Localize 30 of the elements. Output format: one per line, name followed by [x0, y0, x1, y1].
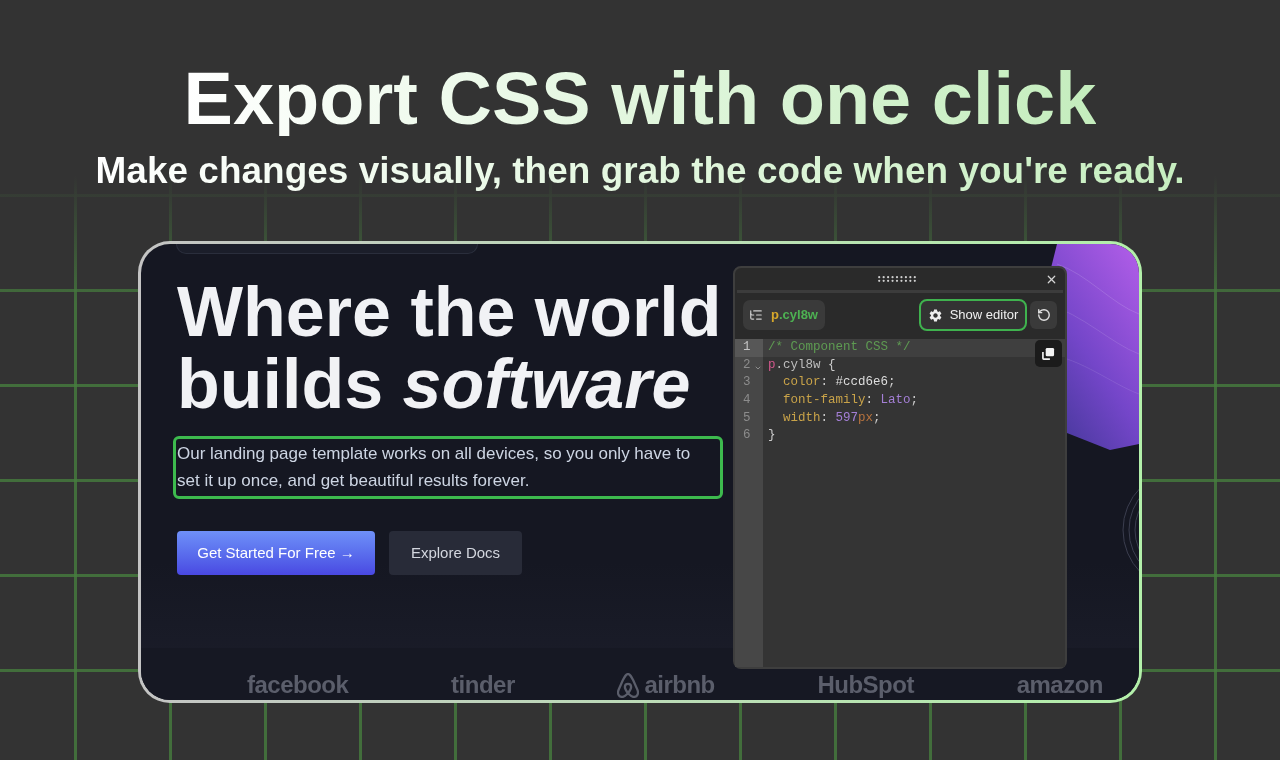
line-number: 4: [742, 392, 752, 410]
tree-list-icon: [749, 308, 763, 322]
code-line: font-family: Lato;: [782, 392, 919, 410]
show-editor-button[interactable]: Show editor: [919, 299, 1027, 331]
hero-heading: Where the world builds software: [177, 276, 723, 420]
company-logo: facebook: [247, 672, 349, 698]
copy-icon: [1042, 347, 1055, 360]
code-line: }: [767, 427, 776, 445]
paragraph-text: Our landing page template works on all devices, so you only have to set it up once, and get beautiful results forever.: [173, 436, 723, 499]
copy-button[interactable]: [1035, 340, 1062, 367]
company-logo: airbnb: [644, 672, 715, 698]
line-number: 2: [742, 356, 752, 374]
line-number: 6: [742, 427, 752, 445]
primary-button[interactable]: Get Started For Free →: [177, 531, 375, 575]
company-logo: HubSpot: [817, 672, 914, 698]
code-line: p.cyl8w {: [767, 356, 836, 374]
element-selector-chip[interactable]: p.cyl8w: [743, 300, 825, 330]
settings-icon: [927, 307, 943, 323]
line-number: 5: [742, 409, 752, 427]
logo-mark-icon: [617, 672, 640, 698]
reset-button[interactable]: [1030, 301, 1057, 329]
line-number: 1: [735, 339, 763, 357]
company-logo: tinder: [451, 672, 515, 698]
drag-handle-icon[interactable]: [877, 276, 916, 282]
rotate-ccw-icon: [1036, 308, 1051, 322]
secondary-button[interactable]: Explore Docs: [389, 531, 522, 575]
company-logo: amazon: [1016, 672, 1103, 698]
code-line: color: #ccd6e6;: [782, 374, 896, 392]
code-line: width: 597px;: [782, 409, 881, 427]
line-number: 3: [742, 374, 752, 392]
